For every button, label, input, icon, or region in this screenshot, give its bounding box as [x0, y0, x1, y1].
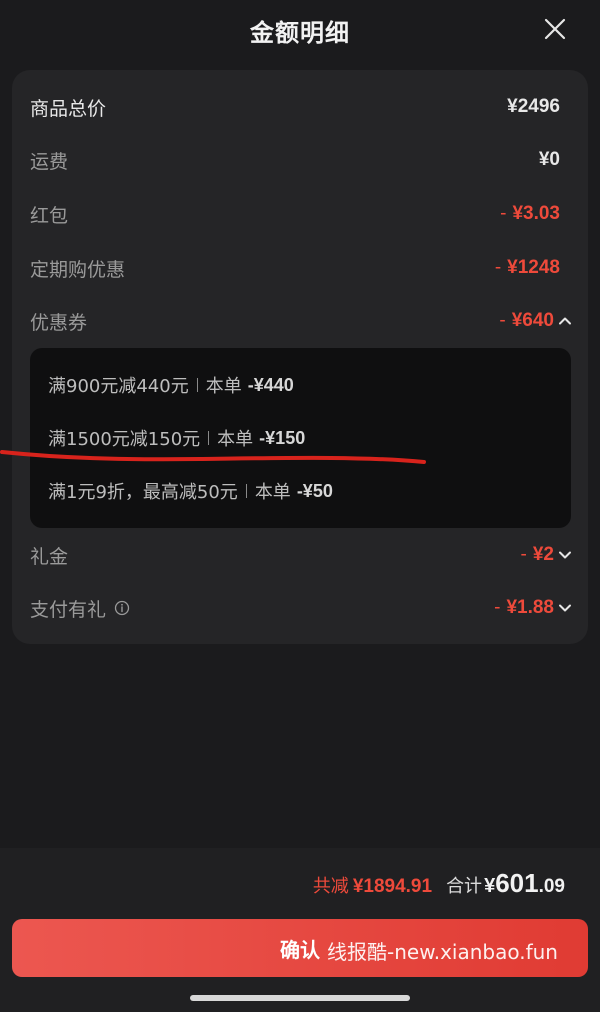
coupon-item-text: 满900元减440元 — [48, 376, 189, 397]
red-packet-value: ¥3.03 — [512, 203, 560, 224]
shipping-value: ¥0 — [538, 149, 560, 170]
red-packet-row: 红包 - ¥3.03 — [30, 194, 560, 234]
payment-gift-value: ¥1.88 — [506, 597, 554, 618]
coupon-item-amount: -¥440 — [247, 374, 294, 395]
separator — [196, 378, 198, 392]
red-packet-amount: - ¥3.03 — [500, 203, 560, 225]
confirm-button[interactable]: 确认 线报酷-new.xianbao.fun — [12, 919, 588, 977]
gift-money-value: ¥2 — [532, 544, 554, 565]
goods-total-value: ¥2496 — [507, 96, 560, 117]
minus-sign: - — [500, 203, 507, 224]
total-reduction-label: 共减 — [312, 876, 349, 897]
coupon-label: 优惠券 — [30, 311, 88, 334]
payment-gift-amount: - ¥1.88 — [494, 597, 572, 619]
subscription-discount-amount: - ¥1248 — [495, 257, 560, 279]
gift-money-row[interactable]: 礼金 - ¥2 — [30, 535, 572, 575]
confirm-button-label: 确认 — [280, 937, 320, 962]
coupon-item: 满900元减440元 本单 -¥440 — [48, 370, 294, 400]
home-indicator[interactable] — [190, 995, 410, 1001]
total-reduction-value: ¥1894.91 — [352, 876, 433, 897]
goods-total-row: 商品总价 ¥2496 — [30, 87, 560, 127]
separator — [245, 484, 247, 498]
minus-sign: - — [494, 597, 501, 618]
watermark: 线报酷-new.xianbao.fun — [327, 940, 558, 964]
bottom-bar: 共减 ¥1894.91 合计 ¥ 601 .09 确认 线报酷-new.xian… — [0, 848, 600, 1012]
goods-total-label: 商品总价 — [30, 97, 107, 120]
hand-drawn-underline — [0, 450, 426, 464]
coupon-row[interactable]: 优惠券 - ¥640 — [30, 301, 572, 341]
coupon-item: 满1元9折，最高减50元 本单 -¥50 — [48, 476, 333, 506]
total-currency: ¥ — [484, 875, 496, 897]
chevron-down-icon[interactable] — [558, 548, 572, 562]
shipping-row: 运费 ¥0 — [30, 140, 560, 180]
order-summary: 共减 ¥1894.91 合计 ¥ 601 .09 — [313, 868, 565, 900]
chevron-down-icon[interactable] — [558, 601, 572, 615]
coupon-item-order-label: 本单 — [254, 482, 291, 503]
payment-gift-label-text: 支付有礼 — [30, 598, 107, 621]
page-title: 金额明细 — [250, 18, 350, 47]
info-icon[interactable] — [114, 600, 130, 616]
coupon-item-text: 满1元9折，最高减50元 — [48, 482, 238, 503]
payment-gift-row[interactable]: 支付有礼 - ¥1.88 — [30, 588, 572, 628]
gift-money-amount: - ¥2 — [521, 544, 572, 566]
total-amount-decimal: .09 — [538, 876, 565, 897]
close-icon — [544, 18, 566, 40]
coupon-item-amount: -¥50 — [296, 480, 333, 501]
shipping-label: 运费 — [30, 150, 69, 173]
coupon-amount: - ¥640 — [499, 310, 572, 332]
minus-sign: - — [494, 257, 502, 278]
chevron-up-icon[interactable] — [558, 314, 572, 328]
header: 金额明细 — [0, 0, 600, 60]
coupon-value: ¥640 — [511, 310, 554, 331]
total-amount-integer: 601 — [495, 868, 539, 898]
minus-sign: - — [520, 544, 527, 565]
payment-gift-label: 支付有礼 — [30, 595, 130, 622]
amount-detail-card: 商品总价 ¥2496 运费 ¥0 红包 - ¥3.03 定期购优惠 - ¥124… — [12, 70, 588, 644]
close-button[interactable] — [540, 14, 570, 44]
red-packet-label: 红包 — [30, 204, 69, 227]
coupon-item-order-label: 本单 — [205, 376, 242, 397]
subscription-discount-row: 定期购优惠 - ¥1248 — [30, 248, 560, 288]
minus-sign: - — [499, 310, 506, 331]
subscription-discount-value: ¥1248 — [507, 257, 560, 278]
total-label: 合计 — [446, 876, 483, 897]
subscription-discount-label: 定期购优惠 — [30, 258, 126, 281]
gift-money-label: 礼金 — [30, 545, 69, 568]
